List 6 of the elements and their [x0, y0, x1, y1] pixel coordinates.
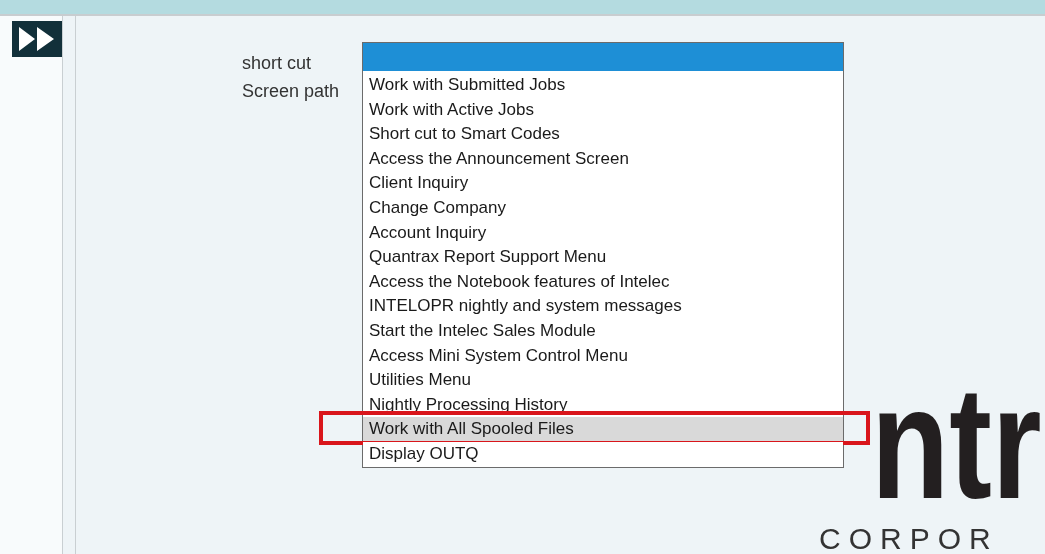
field-label: short cut — [242, 52, 312, 75]
dropdown-option[interactable]: Work with All Spooled Files — [363, 417, 843, 442]
expand-button[interactable] — [12, 21, 62, 57]
logo-subtitle: CORPOR — [819, 524, 999, 554]
field-label: Screen path — [242, 80, 340, 103]
logo-wordmark: ntr — [871, 363, 1042, 523]
